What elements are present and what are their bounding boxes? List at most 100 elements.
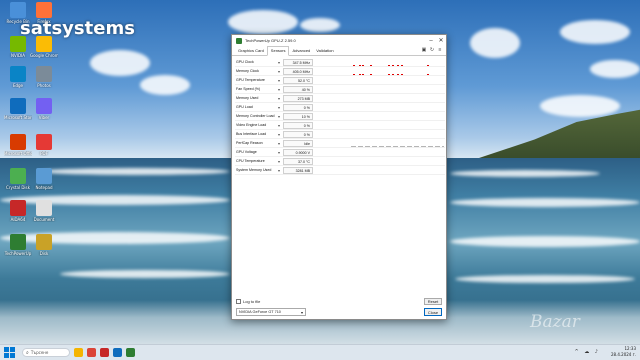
refresh-icon[interactable]: ↻: [429, 48, 435, 53]
nvidia-icon: [10, 36, 26, 52]
firefox-icon: [36, 2, 52, 18]
corner-watermark: Bazar: [530, 312, 580, 332]
gpuz-icon[interactable]: [126, 348, 135, 357]
desktop-icon-label: NVIDIA: [11, 53, 25, 58]
sensor-list: GPU Clock ▾ 347.5 MHz Memory Clock ▾ 405.0 MH…: [235, 58, 445, 175]
file-explorer-icon[interactable]: [74, 348, 83, 357]
aida64-icon[interactable]: [100, 348, 109, 357]
desktop-icon[interactable]: Firefox: [30, 2, 58, 36]
sensor-row: System Memory Used ▾ 3281 MB: [235, 166, 445, 175]
clock[interactable]: 12:33 28.4.2024 г.: [611, 346, 636, 358]
sensor-graph-svg: [351, 128, 444, 129]
chevron-down-icon[interactable]: ▾: [275, 78, 283, 83]
graph-block: [379, 145, 384, 147]
sensor-graph: [351, 166, 444, 174]
start-button[interactable]: [4, 346, 16, 359]
gpu-select[interactable]: NVIDIA GeForce GT 710 ▾: [236, 308, 306, 316]
sensor-name: GPU Temperature: [236, 78, 265, 82]
desktop-icon[interactable]: Document: [30, 200, 58, 234]
chevron-down-icon[interactable]: ▾: [275, 123, 283, 128]
chevron-down-icon: ▾: [300, 310, 303, 315]
desktop-icon[interactable]: Photos: [30, 66, 58, 100]
desktop-icon[interactable]: Viber: [30, 98, 58, 132]
camera-icon[interactable]: ▣: [421, 48, 427, 53]
chevron-down-icon[interactable]: ▾: [275, 132, 283, 137]
sensor-value: 0 %: [283, 130, 313, 138]
sensor-value: 37.0 °C: [283, 157, 313, 165]
gpuz-icon: [236, 37, 242, 44]
tray-icons[interactable]: ^ ☁ ♪: [574, 349, 600, 355]
desktop-icon[interactable]: Notepad: [30, 168, 58, 202]
log-to-file-checkbox[interactable]: Log to file: [236, 299, 260, 304]
sensor-name: Memory Used: [236, 96, 259, 100]
graph-spike: [397, 73, 399, 75]
close-window-button[interactable]: ✕: [436, 36, 446, 46]
desktop-icon[interactable]: Edge: [4, 66, 32, 100]
sensor-graph: [351, 76, 444, 84]
checkbox-box[interactable]: [236, 299, 241, 304]
close-button[interactable]: Close: [424, 308, 442, 316]
graph-spike: [388, 73, 390, 75]
graph-spike: [388, 64, 390, 66]
sensor-name: Bus Interface Load: [236, 132, 267, 136]
desktop-icon-label: Viber: [38, 115, 50, 120]
gpu-select-value: NVIDIA GeForce GT 710: [239, 310, 281, 314]
search-box[interactable]: ⌕ Търсене: [22, 348, 70, 357]
chevron-down-icon[interactable]: ▾: [275, 60, 283, 65]
desktop-icon[interactable]: Microsoft Store: [4, 98, 32, 132]
chevron-down-icon[interactable]: ▾: [275, 168, 283, 173]
cloud: [300, 18, 340, 32]
chevron-down-icon[interactable]: ▾: [275, 150, 283, 155]
sensor-row: CPU Temperature ▾ 37.0 °C: [235, 157, 445, 166]
chrome-icon[interactable]: [87, 348, 96, 357]
chevron-down-icon[interactable]: ▾: [275, 87, 283, 92]
graph-block: [386, 145, 391, 147]
desktop-icon[interactable]: TechPowerUp: [4, 234, 32, 268]
desktop-icon[interactable]: Recycle Bin: [4, 2, 32, 36]
minimize-button[interactable]: –: [426, 36, 436, 46]
desktop-icon[interactable]: Microsoft Office: [4, 134, 32, 168]
desktop-icon[interactable]: Disk: [30, 234, 58, 268]
sensor-graph: [351, 130, 444, 138]
chevron-down-icon[interactable]: ▾: [275, 105, 283, 110]
sensor-graph-svg: [351, 110, 444, 111]
sensor-row: Fan Speed (%) ▾ 40 %: [235, 85, 445, 94]
sensor-graph: [351, 58, 444, 66]
sensor-graph: [351, 112, 444, 120]
graph-block: [414, 145, 419, 147]
chevron-down-icon[interactable]: ▾: [275, 69, 283, 74]
edge-icon: [10, 66, 26, 82]
desktop-icon[interactable]: Google Chrome: [30, 36, 58, 70]
menu-icon[interactable]: ≡: [437, 48, 443, 53]
reset-button[interactable]: Reset: [424, 298, 442, 305]
graph-spike: [362, 64, 364, 66]
sensor-value: 3281 MB: [283, 166, 313, 174]
desktop-icon-label: AIDA64: [10, 217, 26, 222]
sensor-value: 273 MB: [283, 94, 313, 102]
graph-spike: [427, 73, 429, 75]
cloud: [470, 28, 520, 58]
desktop-icon[interactable]: AIDA64: [4, 200, 32, 234]
aida64-icon: [10, 200, 26, 216]
tab-advanced[interactable]: Advanced: [289, 47, 313, 55]
clock-date: 28.4.2024 г.: [610, 352, 636, 357]
desktop-icon-label: Recycle Bin: [6, 19, 30, 24]
tab-validation[interactable]: Validation: [313, 47, 336, 55]
graph-block: [428, 145, 433, 147]
chevron-down-icon[interactable]: ▾: [275, 141, 283, 146]
desktop-icon[interactable]: NVIDIA: [4, 36, 32, 70]
tab-sensors[interactable]: Sensors: [266, 46, 290, 56]
tab-graphics-card[interactable]: Graphics Card: [235, 47, 267, 55]
cd-icon: [36, 234, 52, 250]
sensor-value: 52.0 °C: [283, 76, 313, 84]
title-bar[interactable]: TechPowerUp GPU-Z 2.59.0 – ✕: [232, 35, 446, 46]
chevron-down-icon[interactable]: ▾: [275, 96, 283, 101]
pdf-icon: [36, 134, 52, 150]
wave: [450, 198, 640, 207]
chevron-down-icon[interactable]: ▾: [275, 114, 283, 119]
desktop-icon[interactable]: Crystal Disk: [4, 168, 32, 202]
sensor-row: GPU Temperature ▾ 52.0 °C: [235, 76, 445, 85]
desktop-icon[interactable]: PDF: [30, 134, 58, 168]
store-icon[interactable]: [113, 348, 122, 357]
chevron-down-icon[interactable]: ▾: [275, 159, 283, 164]
